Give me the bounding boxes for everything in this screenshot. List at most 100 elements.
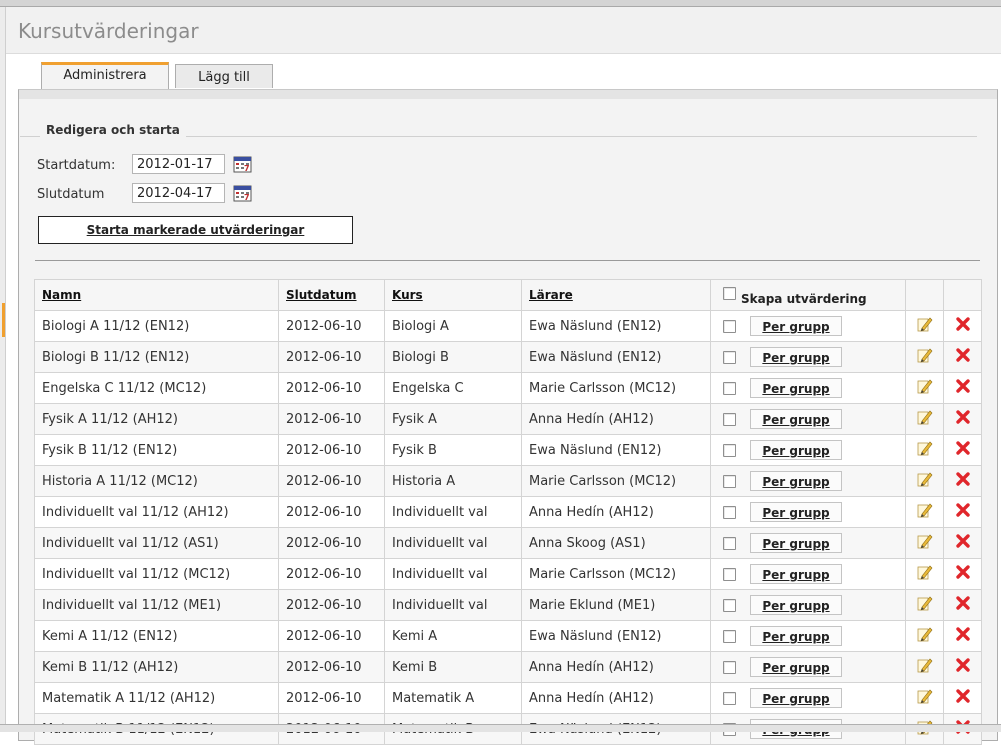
per-group-button[interactable]: Per grupp: [750, 595, 842, 615]
row-checkbox[interactable]: [723, 381, 736, 395]
per-group-button[interactable]: Per grupp: [750, 378, 842, 398]
table-row: Individuellt val 11/12 (AH12) 2012-06-10 I…: [34, 496, 982, 528]
per-group-button[interactable]: Per grupp: [750, 440, 842, 460]
cell-name: Biologi B 11/12 (EN12): [34, 341, 279, 373]
pencil-icon[interactable]: [917, 502, 933, 518]
per-group-button[interactable]: Per grupp: [750, 657, 842, 677]
cell-teacher: Anna Hedín (AH12): [521, 682, 711, 714]
end-date-input[interactable]: [132, 183, 225, 203]
cell-delete: [943, 496, 982, 528]
row-checkbox[interactable]: [723, 567, 736, 581]
delete-icon[interactable]: [955, 533, 971, 549]
select-all-checkbox[interactable]: [723, 287, 736, 300]
start-date-label: Startdatum:: [37, 158, 116, 173]
pencil-icon[interactable]: [917, 688, 933, 704]
col-header-name[interactable]: Namn: [34, 279, 279, 311]
cell-create: Per grupp: [710, 589, 906, 621]
tab-lagg-till[interactable]: Lägg till: [175, 64, 273, 88]
pencil-icon[interactable]: [917, 564, 933, 580]
sort-link-teacher[interactable]: Lärare: [529, 288, 573, 302]
delete-icon[interactable]: [955, 440, 971, 456]
row-checkbox[interactable]: [723, 691, 736, 705]
start-selected-button[interactable]: Starta markerade utvärderingar: [38, 216, 353, 244]
delete-icon[interactable]: [955, 502, 971, 518]
pencil-icon[interactable]: [917, 347, 933, 363]
cell-name: Kemi A 11/12 (EN12): [34, 620, 279, 652]
row-checkbox[interactable]: [723, 536, 736, 550]
per-group-button[interactable]: Per grupp: [750, 316, 842, 336]
delete-icon[interactable]: [955, 316, 971, 332]
row-checkbox[interactable]: [723, 350, 736, 364]
row-checkbox[interactable]: [723, 412, 736, 426]
table-row: Engelska C 11/12 (MC12) 2012-06-10 Engelsk…: [34, 372, 982, 404]
per-group-button[interactable]: Per grupp: [750, 688, 842, 708]
cell-create: Per grupp: [710, 527, 906, 559]
per-group-button[interactable]: Per grupp: [750, 471, 842, 491]
cell-edit: [905, 589, 944, 621]
section-separator: [35, 260, 980, 261]
calendar-icon[interactable]: 7: [233, 184, 252, 202]
pencil-icon[interactable]: [917, 440, 933, 456]
delete-icon[interactable]: [955, 409, 971, 425]
tab-administrera[interactable]: Administrera: [41, 62, 169, 89]
pencil-icon[interactable]: [917, 316, 933, 332]
evaluations-table: Namn Slutdatum Kurs Lärare Skapa utvärde…: [34, 279, 982, 745]
cell-course: Matematik A: [384, 682, 522, 714]
col-header-course[interactable]: Kurs: [384, 279, 522, 311]
cell-teacher: Marie Eklund (ME1): [521, 589, 711, 621]
delete-icon[interactable]: [955, 626, 971, 642]
panel-top-band: [19, 90, 997, 99]
calendar-icon[interactable]: 7: [233, 155, 252, 173]
svg-text:7: 7: [244, 164, 250, 173]
pencil-icon[interactable]: [917, 533, 933, 549]
sort-link-name[interactable]: Namn: [42, 288, 81, 302]
cell-course: Historia A: [384, 465, 522, 497]
per-group-button[interactable]: Per grupp: [750, 533, 842, 553]
per-group-button[interactable]: Per grupp: [750, 502, 842, 522]
cell-end-date: 2012-06-10: [278, 558, 385, 590]
pencil-icon[interactable]: [917, 471, 933, 487]
cell-delete: [943, 341, 982, 373]
delete-icon[interactable]: [955, 347, 971, 363]
pencil-icon[interactable]: [917, 378, 933, 394]
row-checkbox[interactable]: [723, 629, 736, 643]
cell-edit: [905, 372, 944, 404]
row-checkbox[interactable]: [723, 474, 736, 488]
col-header-teacher[interactable]: Lärare: [521, 279, 711, 311]
delete-icon[interactable]: [955, 688, 971, 704]
col-header-delete: [943, 279, 982, 311]
table-row: Individuellt val 11/12 (ME1) 2012-06-10 In…: [34, 589, 982, 621]
end-date-label: Slutdatum: [37, 187, 105, 202]
row-checkbox[interactable]: [723, 505, 736, 519]
cell-edit: [905, 496, 944, 528]
per-group-button[interactable]: Per grupp: [750, 626, 842, 646]
row-checkbox[interactable]: [723, 660, 736, 674]
sort-link-course[interactable]: Kurs: [392, 288, 423, 302]
delete-icon[interactable]: [955, 378, 971, 394]
start-date-input[interactable]: [132, 154, 225, 174]
delete-icon[interactable]: [955, 657, 971, 673]
cell-create: Per grupp: [710, 434, 906, 466]
row-checkbox[interactable]: [723, 319, 736, 333]
cell-teacher: Ewa Näslund (EN12): [521, 310, 711, 342]
pencil-icon[interactable]: [917, 409, 933, 425]
pencil-icon[interactable]: [917, 626, 933, 642]
delete-icon[interactable]: [955, 564, 971, 580]
cell-end-date: 2012-06-10: [278, 527, 385, 559]
col-header-end-date[interactable]: Slutdatum: [278, 279, 385, 311]
per-group-button[interactable]: Per grupp: [750, 347, 842, 367]
cell-course: Fysik A: [384, 403, 522, 435]
delete-icon[interactable]: [955, 595, 971, 611]
row-checkbox[interactable]: [723, 443, 736, 457]
delete-icon[interactable]: [955, 471, 971, 487]
cell-course: Kemi B: [384, 651, 522, 683]
col-header-edit: [905, 279, 944, 311]
pencil-icon[interactable]: [917, 657, 933, 673]
cell-create: Per grupp: [710, 403, 906, 435]
row-checkbox[interactable]: [723, 598, 736, 612]
cell-end-date: 2012-06-10: [278, 465, 385, 497]
pencil-icon[interactable]: [917, 595, 933, 611]
sort-link-end-date[interactable]: Slutdatum: [286, 288, 357, 302]
per-group-button[interactable]: Per grupp: [750, 564, 842, 584]
per-group-button[interactable]: Per grupp: [750, 409, 842, 429]
